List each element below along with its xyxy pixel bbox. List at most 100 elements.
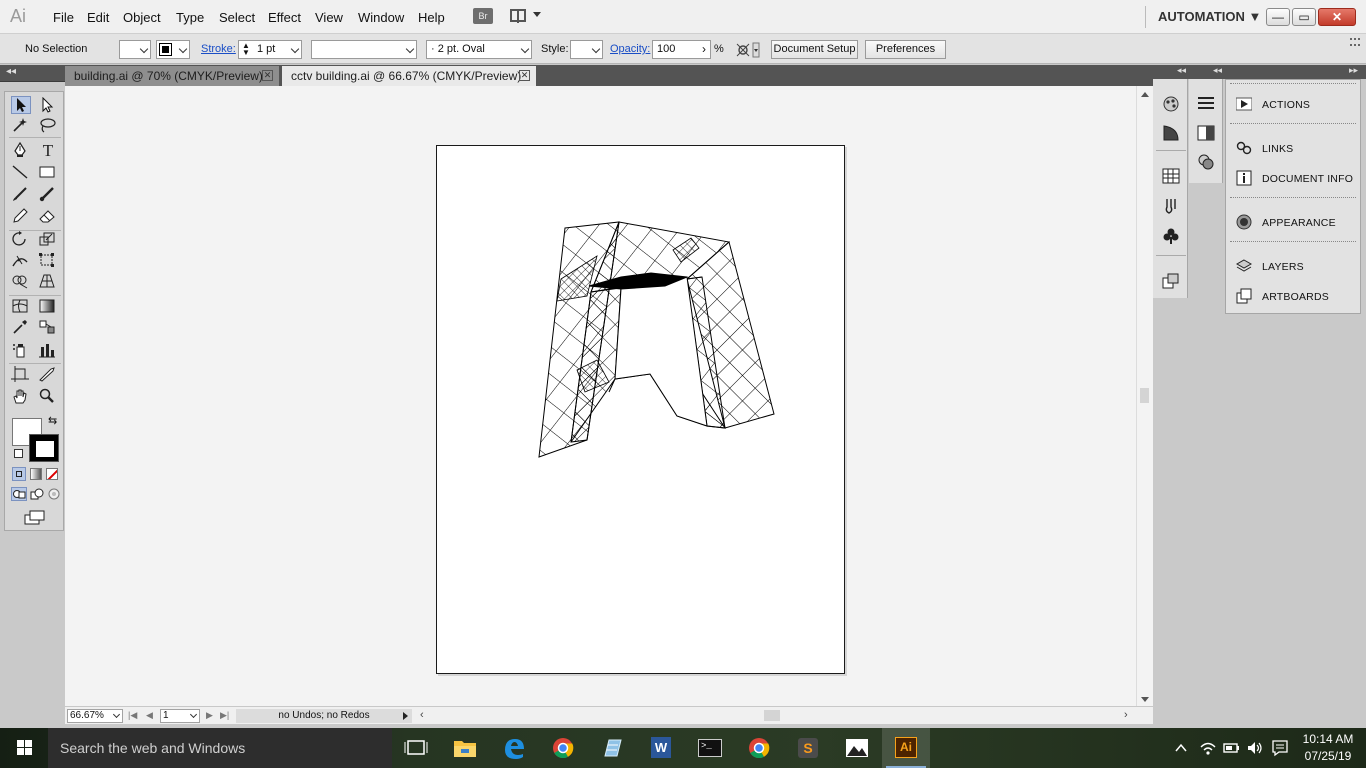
clock-time[interactable]: 10:14 AM	[1300, 732, 1356, 746]
panel-grip[interactable]	[1230, 123, 1356, 126]
panel-links[interactable]: LINKS	[1226, 135, 1362, 161]
collapse-icon[interactable]: ◂◂	[1213, 65, 1222, 76]
mesh-tool[interactable]	[11, 298, 31, 316]
horizontal-scroll-thumb[interactable]	[764, 710, 780, 721]
direct-selection-tool[interactable]	[38, 97, 58, 115]
recolor-artwork-button[interactable]	[735, 42, 761, 58]
chrome-browser-button-2[interactable]	[735, 728, 783, 768]
panel-document-info[interactable]: DOCUMENT INFO	[1226, 165, 1362, 191]
tab-building-document[interactable]: building.ai @ 70% (CMYK/Preview) ✕	[65, 66, 279, 86]
artboard[interactable]	[436, 145, 845, 674]
perspective-grid-tool[interactable]	[38, 273, 58, 291]
paintbrush-tool[interactable]	[11, 186, 31, 204]
opacity-field[interactable]: 100 ›	[652, 40, 711, 59]
collapse-icon[interactable]: ◂◂	[1177, 65, 1186, 76]
next-artboard-icon[interactable]: ▶	[206, 710, 213, 721]
free-transform-tool[interactable]	[38, 252, 58, 270]
restore-window-button[interactable]: ▭	[1292, 8, 1316, 26]
lasso-tool[interactable]	[38, 117, 58, 135]
pencil-tool[interactable]	[11, 208, 31, 226]
scroll-left-icon[interactable]: ‹	[420, 709, 424, 721]
minimize-window-button[interactable]: —	[1266, 8, 1290, 26]
sublime-text-button[interactable]: S	[784, 728, 832, 768]
stroke-label[interactable]: Stroke:	[201, 43, 236, 55]
column-graph-tool[interactable]	[38, 342, 58, 360]
artboard-number-select[interactable]: 1	[160, 709, 200, 723]
stroke-color-picker[interactable]	[156, 40, 190, 59]
type-tool[interactable]: T	[38, 142, 58, 160]
scroll-up-icon[interactable]	[1141, 92, 1149, 97]
menu-edit[interactable]: Edit	[87, 10, 109, 25]
word-button[interactable]: W	[637, 728, 685, 768]
close-window-button[interactable]: ✕	[1318, 8, 1356, 26]
opacity-panel-link[interactable]: Opacity:	[610, 43, 650, 55]
gradient-mode-button[interactable]	[30, 468, 42, 480]
zoom-tool[interactable]	[38, 388, 58, 406]
draw-behind-button[interactable]	[30, 487, 44, 501]
close-icon[interactable]: ✕	[519, 70, 530, 81]
scroll-right-icon[interactable]: ›	[1124, 709, 1128, 721]
cctv-building-artwork[interactable]	[437, 146, 846, 675]
show-hidden-icons-chevron-icon[interactable]	[1174, 741, 1188, 755]
symbol-sprayer-tool[interactable]	[11, 342, 31, 360]
graphic-styles-icon[interactable]	[1196, 153, 1216, 171]
volume-icon[interactable]	[1246, 740, 1264, 756]
change-screen-mode-button[interactable]	[23, 510, 47, 526]
symbols-club-icon[interactable]	[1161, 227, 1181, 245]
hand-tool[interactable]	[11, 388, 31, 406]
artboard-tool[interactable]	[11, 366, 31, 384]
chrome-browser-button[interactable]	[539, 728, 587, 768]
none-mode-button[interactable]	[46, 468, 58, 480]
previous-artboard-icon[interactable]: ◀	[146, 710, 153, 721]
swap-fill-stroke-icon[interactable]: ⇆	[48, 414, 57, 427]
color-guide-icon[interactable]	[1161, 95, 1181, 113]
taskbar-search-box[interactable]: Search the web and Windows	[48, 728, 392, 768]
default-fill-stroke-icon[interactable]	[14, 449, 23, 458]
status-text[interactable]: no Undos; no Redos	[236, 709, 412, 723]
magic-wand-tool[interactable]	[11, 117, 31, 135]
gradient-panel-icon[interactable]	[1161, 124, 1181, 142]
panel-layers[interactable]: LAYERS	[1226, 253, 1362, 279]
status-menu-arrow-icon[interactable]	[403, 712, 408, 720]
eyedropper-tool[interactable]	[11, 319, 31, 337]
opacity-label[interactable]: Opacity:	[610, 43, 650, 55]
pen-tool[interactable]	[11, 142, 31, 160]
illustrator-button[interactable]: Ai	[882, 728, 930, 768]
workspace-switcher[interactable]: AUTOMATION ▼	[1158, 9, 1261, 24]
document-setup-button[interactable]: Document Setup	[771, 40, 858, 59]
start-button[interactable]	[0, 728, 48, 768]
shape-builder-tool[interactable]	[11, 273, 31, 291]
file-explorer-button[interactable]	[441, 728, 489, 768]
menu-type[interactable]: Type	[176, 10, 204, 25]
preferences-button[interactable]: Preferences	[865, 40, 946, 59]
scale-tool[interactable]	[38, 231, 58, 249]
close-icon[interactable]: ✕	[262, 70, 273, 81]
panel-actions[interactable]: ACTIONS	[1226, 91, 1362, 117]
fill-color-picker[interactable]	[119, 40, 151, 59]
menu-file[interactable]: File	[53, 10, 74, 25]
rectangle-tool[interactable]	[38, 164, 58, 182]
remote-app-button[interactable]	[588, 728, 636, 768]
vertical-scrollbar[interactable]	[1136, 86, 1153, 706]
zoom-level-select[interactable]: 66.67%	[67, 709, 123, 723]
menu-help[interactable]: Help	[418, 10, 445, 25]
stroke-weight-field[interactable]: ▲ ▼ 1 pt	[238, 40, 302, 59]
photos-button[interactable]	[833, 728, 881, 768]
menu-effect[interactable]: Effect	[268, 10, 301, 25]
artboard-transform-icon[interactable]	[1161, 272, 1181, 290]
clock-date[interactable]: 07/25/19	[1300, 749, 1356, 763]
stroke-panel-link[interactable]: Stroke:	[201, 43, 236, 55]
draw-normal-button[interactable]	[11, 487, 27, 501]
tab-cctv-building-document[interactable]: cctv building.ai @ 66.67% (CMYK/Preview)…	[282, 66, 536, 86]
menu-object[interactable]: Object	[123, 10, 161, 25]
brushes-icon[interactable]	[1161, 197, 1181, 215]
battery-icon[interactable]	[1222, 740, 1242, 756]
blob-brush-tool[interactable]	[38, 186, 58, 204]
edge-browser-button[interactable]	[490, 728, 538, 768]
transparency-panel-icon[interactable]	[1196, 124, 1216, 142]
panel-menu-icon[interactable]	[1350, 38, 1360, 46]
eraser-tool[interactable]	[38, 208, 58, 226]
action-center-icon[interactable]	[1271, 739, 1289, 757]
blend-tool[interactable]	[38, 319, 58, 337]
graphic-style-picker[interactable]	[570, 40, 603, 59]
